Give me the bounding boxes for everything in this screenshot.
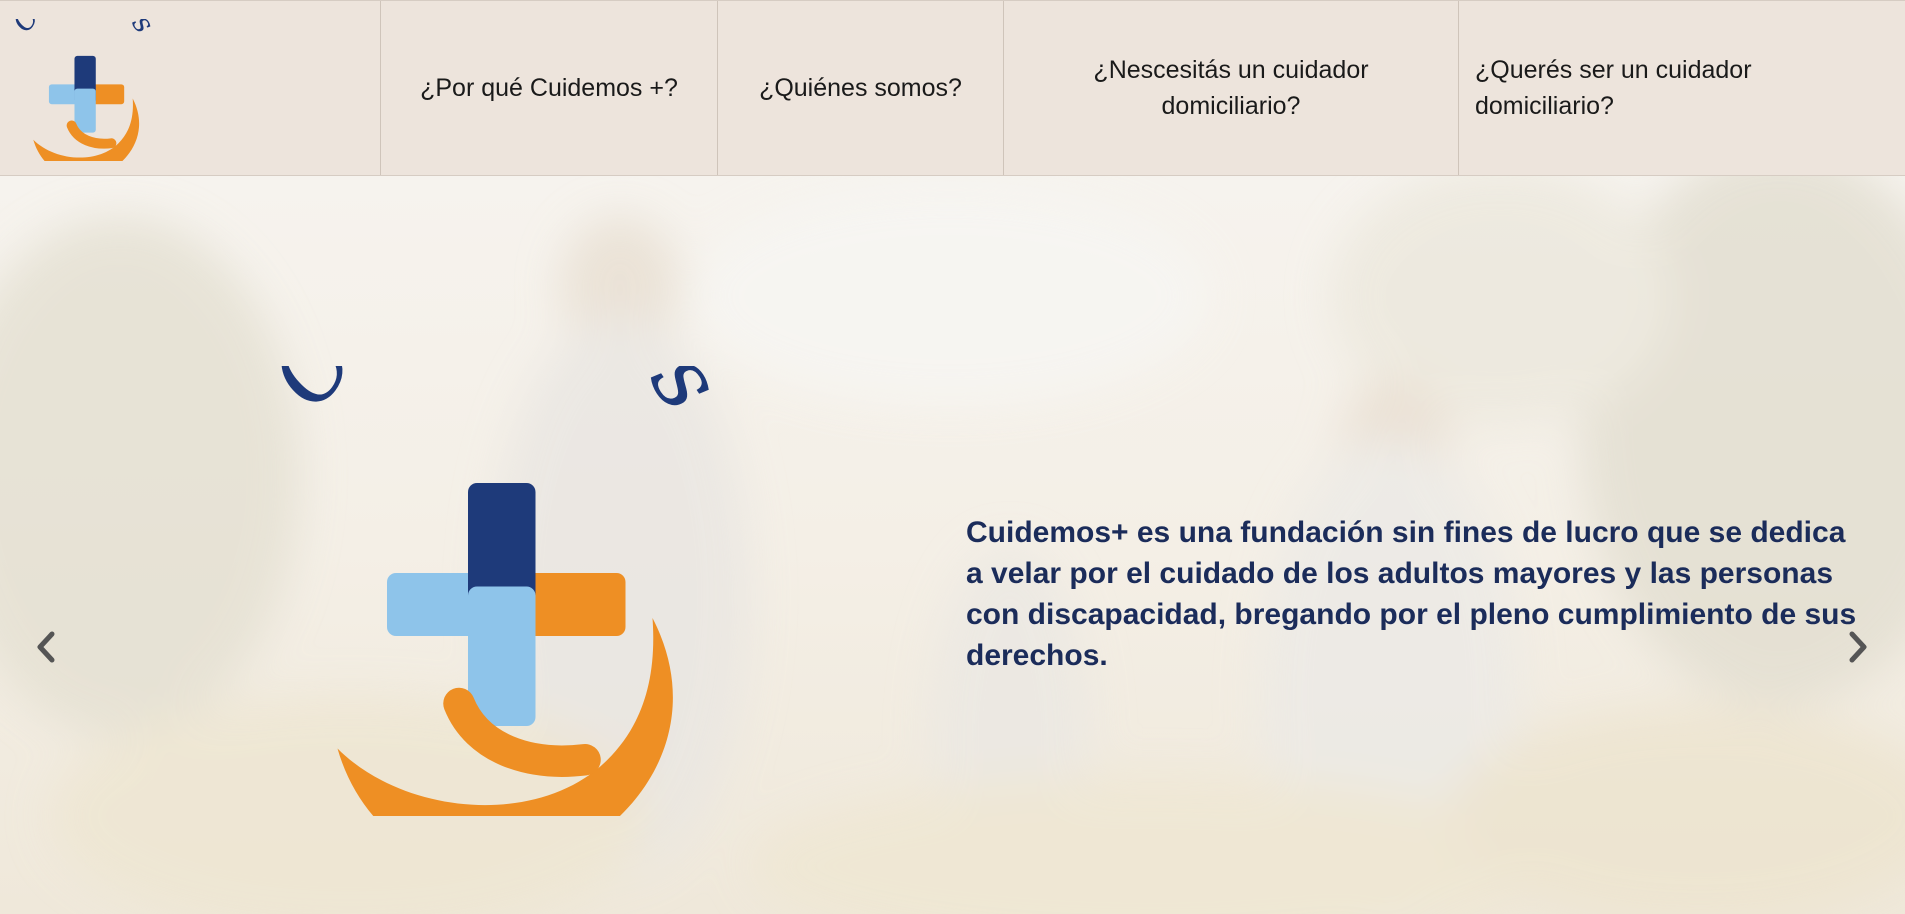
nav-link-label: ¿Por qué Cuidemos +? bbox=[420, 74, 678, 102]
svg-text:Cuidemos: Cuidemos bbox=[270, 366, 720, 427]
nav-link-label: ¿Querés ser un cuidador domiciliario? bbox=[1475, 56, 1752, 120]
nav-link-label: ¿Quiénes somos? bbox=[759, 74, 962, 102]
hero-cuidemos-logo: Cuidemos bbox=[270, 366, 720, 816]
chevron-right-icon bbox=[1849, 631, 1867, 663]
hero-description: Cuidemos+ es una fundación sin fines de … bbox=[966, 516, 1857, 672]
hero-logo-text: Cuidemos bbox=[270, 366, 720, 427]
nav-link-por-que[interactable]: ¿Por qué Cuidemos +? bbox=[381, 1, 718, 175]
nav-link-necesitas-cuidador[interactable]: ¿Nescesitás un cuidador domiciliario? bbox=[1004, 1, 1459, 175]
nav-link-label: ¿Nescesitás un cuidador domiciliario? bbox=[1093, 56, 1369, 120]
page: Cuidemos ¿Por qué Cuidemos +? ¿Quiénes s… bbox=[0, 0, 1905, 914]
nav-link-quienes-somos[interactable]: ¿Quiénes somos? bbox=[718, 1, 1004, 175]
carousel-prev-button[interactable] bbox=[26, 622, 66, 672]
chevron-left-icon bbox=[37, 631, 55, 663]
top-navbar: Cuidemos ¿Por qué Cuidemos +? ¿Quiénes s… bbox=[0, 0, 1905, 176]
nav-link-ser-cuidador[interactable]: ¿Querés ser un cuidador domiciliario? bbox=[1459, 1, 1905, 175]
nav-brand[interactable]: Cuidemos bbox=[0, 1, 381, 175]
nav-logo-text: Cuidemos bbox=[12, 19, 154, 38]
hero-carousel: Cuidemos Cuidemos+ es una fundación sin … bbox=[0, 176, 1905, 914]
cuidemos-logo[interactable]: Cuidemos bbox=[12, 19, 154, 161]
carousel-next-button[interactable] bbox=[1838, 622, 1878, 672]
svg-text:Cuidemos: Cuidemos bbox=[12, 19, 154, 38]
